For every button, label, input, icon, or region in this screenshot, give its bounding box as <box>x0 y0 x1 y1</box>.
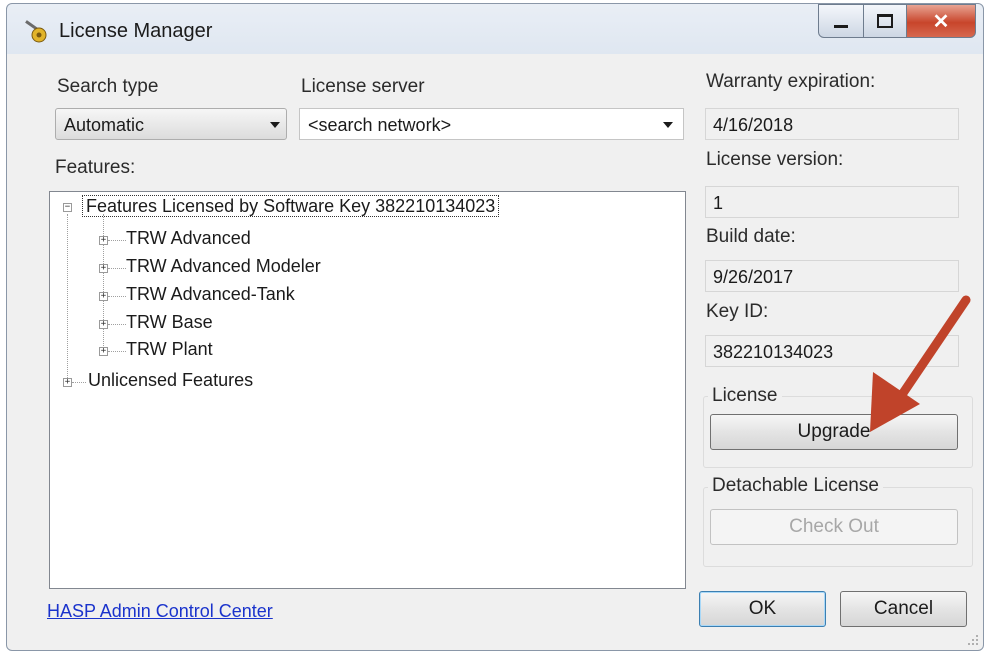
arrow-shaft <box>890 295 971 410</box>
annotation-arrow <box>870 295 971 432</box>
